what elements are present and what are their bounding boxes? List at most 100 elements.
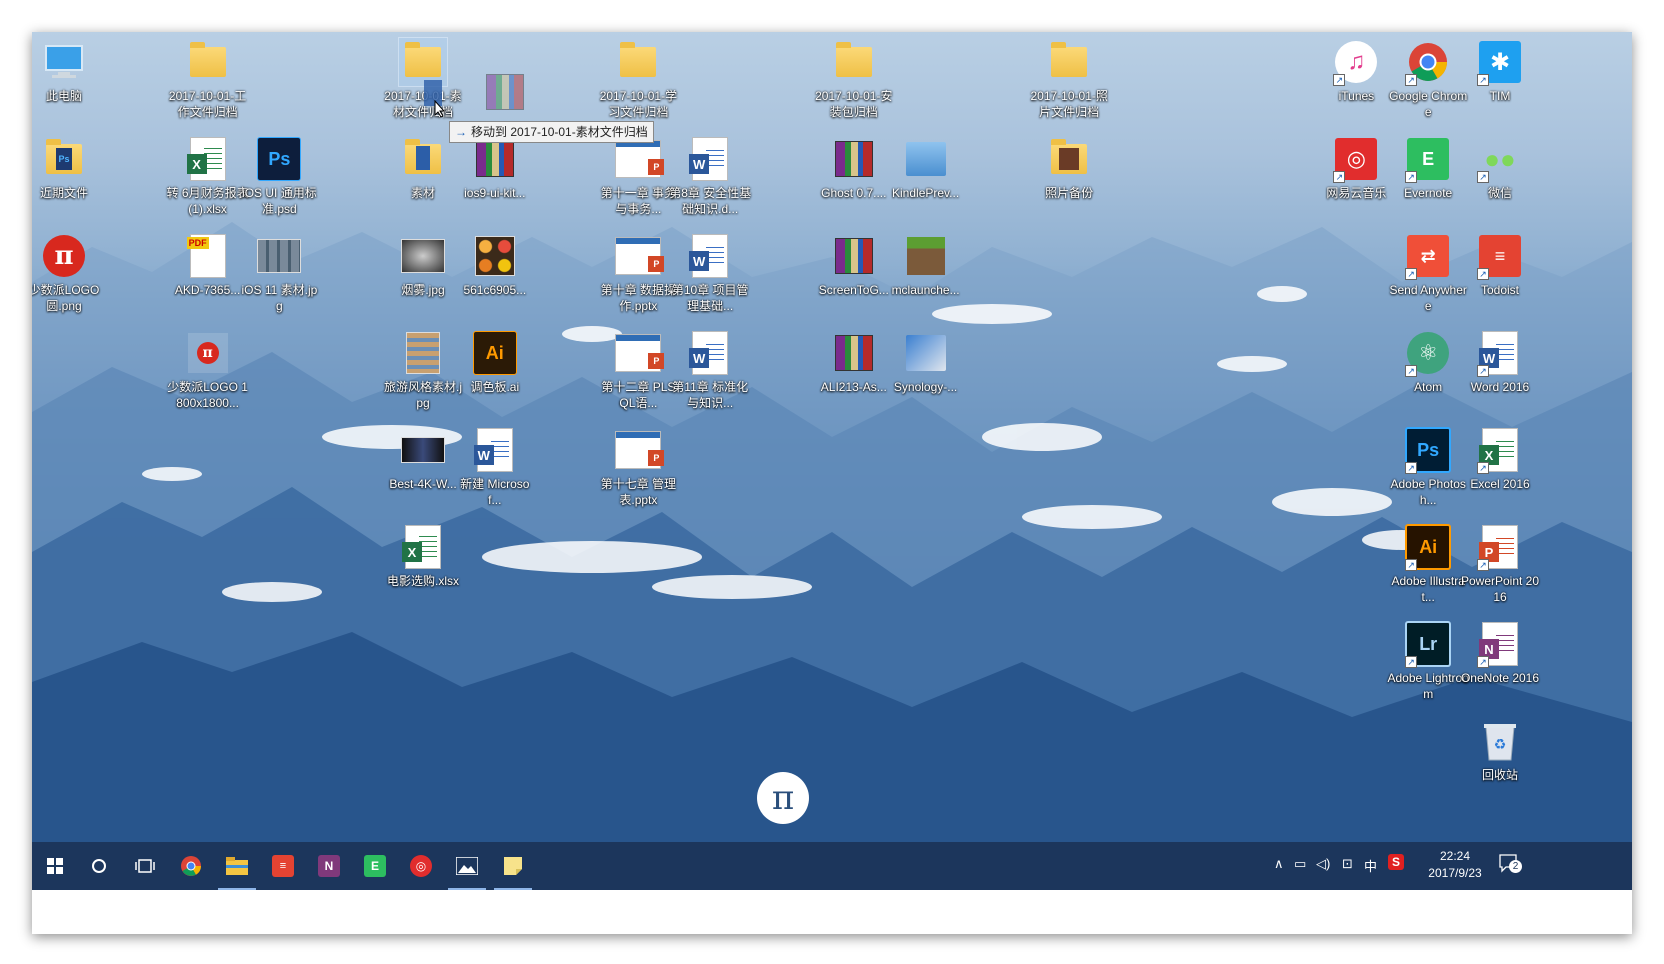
cortana-button[interactable] (76, 842, 122, 890)
taskbar-onenote[interactable]: N (306, 842, 352, 890)
desktop-icon-minecraft[interactable]: mclaunche... (885, 232, 967, 298)
desktop-icon-folder-ps[interactable]: Ps 近期文件 (32, 135, 105, 201)
network-icon[interactable]: ⊡ (1342, 856, 1353, 872)
desktop-icon-label: 第十章 数据操作.pptx (600, 283, 677, 313)
desktop-icon-recycle-bin[interactable]: ♻ 回收站 (1459, 717, 1541, 783)
shortcut-arrow-icon: ↗ (1477, 171, 1489, 183)
computer-icon (45, 45, 83, 78)
desktop-icon-folder[interactable]: 2017-10-01-工作文件归档 (167, 38, 249, 120)
desktop-icon-ppt[interactable]: P 第十二章 PLSQL语... (597, 329, 679, 411)
folder-ps-icon: Ps (46, 139, 82, 174)
desktop-icon-atom[interactable]: ⚛ ↗ Atom (1387, 329, 1469, 395)
desktop-icon-label: 转 6月财务报表 (1).xlsx (166, 186, 249, 216)
desktop-icon-label: 此电脑 (45, 89, 82, 103)
volume-icon[interactable]: ◁) (1316, 856, 1330, 872)
desktop-icon-pi-small[interactable]: π 少数派LOGO 1800x1800... (167, 329, 249, 411)
rar-archive-icon (834, 238, 873, 274)
desktop-icon-folder[interactable]: 2017-10-01-安装包归档 (813, 38, 895, 120)
desktop-icon-synology[interactable]: Synology-... (885, 329, 967, 395)
psd-icon-frame: Ps (255, 135, 303, 183)
desktop-icon-label: ios9-ui-kit... (464, 186, 526, 200)
emoji-sheet-image-icon (474, 236, 515, 276)
desktop-icon-kindle[interactable]: KindlePrev... (885, 135, 967, 201)
desktop-icon-folder-photo[interactable]: 照片备份 (1028, 135, 1110, 201)
desktop-icon-netease[interactable]: ◎ ↗ 网易云音乐 (1315, 135, 1397, 201)
desktop-icon-grid-img[interactable]: iOS 11 素材.jpg (238, 232, 320, 314)
taskbar-photos[interactable] (444, 842, 490, 890)
taskbar-chrome[interactable] (168, 842, 214, 890)
input-method-indicator[interactable]: 中 (1364, 856, 1377, 875)
desktop-icon-folder-doc[interactable]: 素材 (382, 135, 464, 201)
taskbar-clock[interactable]: 22:24 2017/9/23 (1418, 848, 1492, 882)
sogou-input-icon[interactable]: S (1388, 854, 1404, 870)
show-hidden-icons-chevron-icon[interactable]: ∧ (1274, 856, 1284, 872)
app-ai-icon-frame: Ai ↗ (1404, 523, 1452, 571)
taskbar-sticky-notes[interactable] (490, 842, 536, 890)
desktop-icon-smoke[interactable]: 烟雾.jpg (382, 232, 464, 298)
task-view-button[interactable] (122, 842, 168, 890)
desktop-icon-psd[interactable]: Ps iOS UI 通用标准.psd (238, 135, 320, 217)
rar-icon-frame (830, 232, 878, 280)
start-button[interactable] (32, 842, 78, 890)
taskbar-evernote[interactable]: E (352, 842, 398, 890)
desktop-icon-label: 第8章 安全性基础知识.d... (669, 186, 752, 216)
desktop-icon-label: 第10章 项目管理基础... (671, 283, 749, 313)
desktop-icon-word-doc[interactable]: W 第8章 安全性基础知识.d... (669, 135, 751, 217)
desktop-icon-label: Send Anywhere (1389, 283, 1467, 313)
desktop-icon-word-doc[interactable]: W 新建 Microsof... (454, 426, 536, 508)
battery-icon[interactable]: ▭ (1294, 856, 1306, 872)
desktop-icon-app-ps[interactable]: Ps ↗ Adobe Photosh... (1387, 426, 1469, 508)
desktop-icon-word-doc[interactable]: W 第11章 标准化与知识... (669, 329, 751, 411)
rar-archive-icon (834, 141, 873, 177)
desktop-icon-label: 少数派LOGO 1800x1800... (167, 380, 248, 410)
desktop-icon-app-excel[interactable]: X ↗ Excel 2016 (1459, 426, 1541, 492)
desktop-icon-dark-img[interactable]: Best-4K-W... (382, 426, 464, 492)
app-word-icon-frame: W ↗ (1476, 329, 1524, 377)
desktop-icon-folder[interactable]: 2017-10-01-学习文件归档 (597, 38, 679, 120)
desktop-icon-rar[interactable]: ScreenToG... (813, 232, 895, 298)
photos-icon (456, 857, 478, 875)
shortcut-arrow-icon: ↗ (1405, 656, 1418, 668)
taskbar-todoist[interactable]: ≡ (260, 842, 306, 890)
desktop-icon-label: 回收站 (1481, 768, 1518, 782)
desktop-icon-tim[interactable]: ✱ ↗ TIM (1459, 38, 1541, 104)
desktop-icon-emoji-img[interactable]: 561c6905... (454, 232, 536, 298)
desktop-icon-todoist[interactable]: ≡ ↗ Todoist (1459, 232, 1541, 298)
desktop-icon-travel[interactable]: 旅游风格素材.jpg (382, 329, 464, 411)
desktop-icon-ppt[interactable]: P 第十七章 管理表.pptx (597, 426, 679, 508)
desktop-icon-rar[interactable]: ALI213-As... (813, 329, 895, 395)
desktop-icon-itunes[interactable]: ♫ ↗ iTunes (1315, 38, 1397, 104)
desktop-icon-wechat[interactable]: ●● ↗ 微信 (1459, 135, 1541, 201)
desktop-icon-folder[interactable]: 2017-10-01-照片文件归档 (1028, 38, 1110, 120)
desktop-icon-rar[interactable]: Ghost 0.7.... (813, 135, 895, 201)
desktop-icon-app-lr[interactable]: Lr ↗ Adobe Lightroom (1387, 620, 1469, 702)
desktop-icon-label: Synology-... (893, 380, 958, 394)
desktop-icon-app-ppt[interactable]: P ↗ PowerPoint 2016 (1459, 523, 1541, 605)
desktop-icon-app-onenote[interactable]: N ↗ OneNote 2016 (1459, 620, 1541, 686)
desktop-icon-computer[interactable]: 此电脑 (32, 38, 105, 104)
move-to-tooltip: → 移动到 2017-10-01-素材文件归档 (449, 121, 654, 143)
app-excel-icon-frame: X ↗ (1476, 426, 1524, 474)
desktop-icon-send-anywhere[interactable]: ⇄ ↗ Send Anywhere (1387, 232, 1469, 314)
folder-ps-icon-frame: Ps (40, 135, 88, 183)
desktop-icon-word-doc[interactable]: W 第10章 项目管理基础... (669, 232, 751, 314)
desktop-icon-pdf[interactable]: PDF AKD-7365... (167, 232, 249, 298)
desktop-icon-ppt[interactable]: P 第十一章 事务与事务... (597, 135, 679, 217)
taskbar-netease-music[interactable]: ◎ (398, 842, 444, 890)
desktop-icon-chrome[interactable]: ↗ Google Chrome (1387, 38, 1469, 120)
rar-archive-icon (834, 335, 873, 371)
action-center-button[interactable]: 2 (1499, 854, 1522, 877)
desktop-icon-excel[interactable]: X 转 6月财务报表 (1).xlsx (167, 135, 249, 217)
desktop-icon-label: Atom (1414, 380, 1443, 394)
desktop-icon-app-word[interactable]: W ↗ Word 2016 (1459, 329, 1541, 395)
desktop-icon-ppt[interactable]: P 第十章 数据操作.pptx (597, 232, 679, 314)
desktop-icon-app-ai[interactable]: Ai ↗ Adobe Illustrat... (1387, 523, 1469, 605)
desktop-icon-evernote[interactable]: E ↗ Evernote (1387, 135, 1469, 201)
taskbar-file-explorer[interactable] (214, 842, 260, 890)
desktop-icon-rar[interactable]: ios9-ui-kit... (454, 135, 536, 201)
notification-count-badge: 2 (1509, 860, 1522, 873)
app-onenote-icon-frame: N ↗ (1476, 620, 1524, 668)
desktop-icon-excel[interactable]: X 电影选购.xlsx (382, 523, 464, 589)
desktop-icon-ai[interactable]: Ai 调色板.ai (454, 329, 536, 395)
desktop-icon-pi-red[interactable]: π 少数派LOGO圆.png (32, 232, 105, 314)
